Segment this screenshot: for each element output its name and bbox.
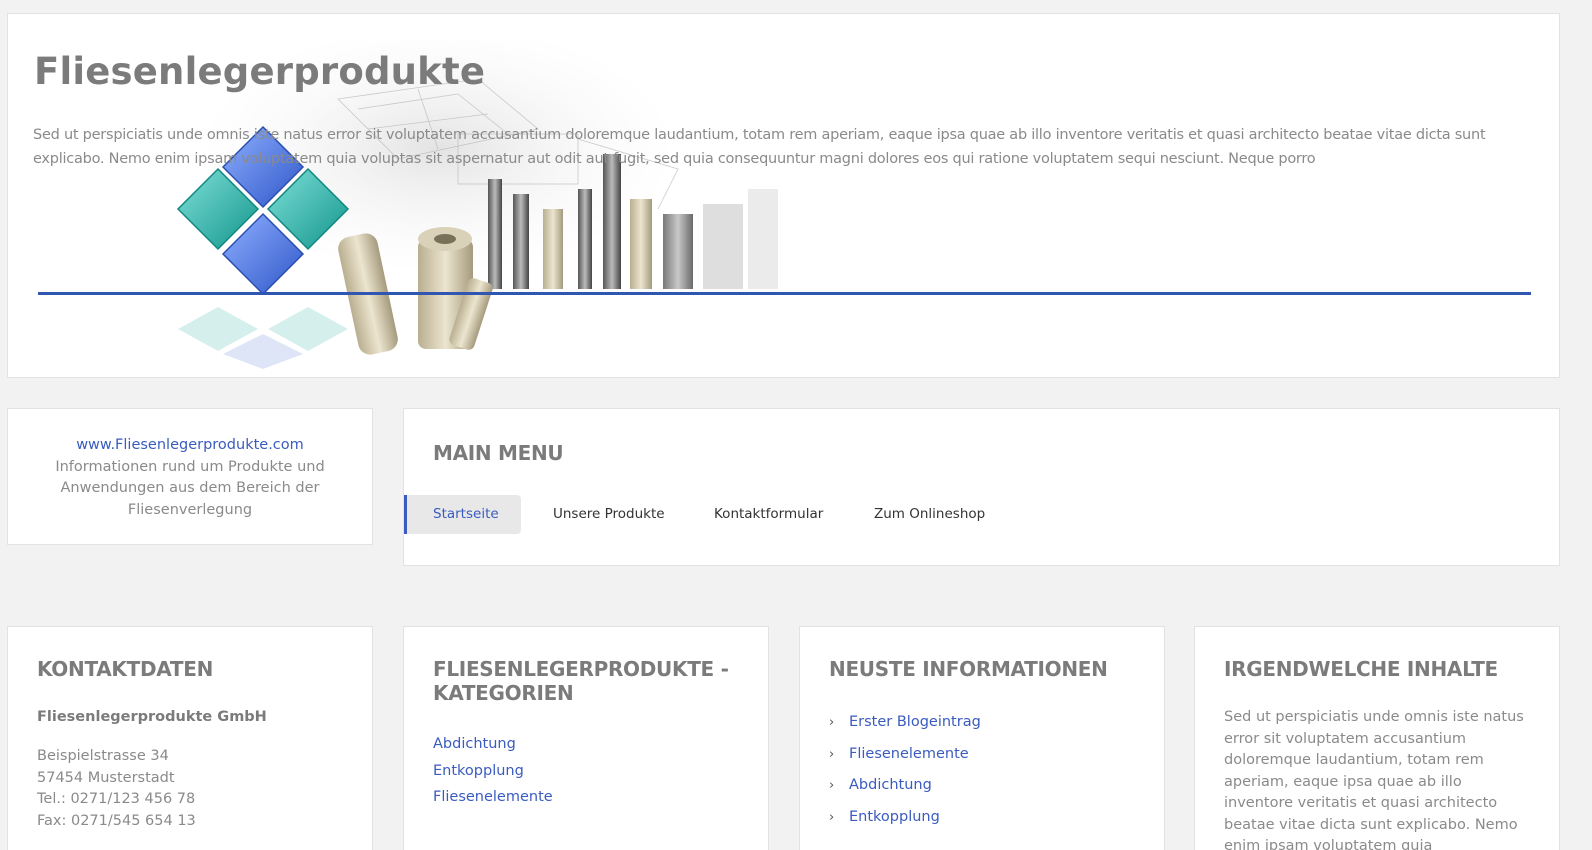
list-item: › Fliesenelemente	[829, 739, 1135, 771]
contact-heading: KONTAKTDATEN	[37, 657, 214, 681]
contact-phone: Tel.: 0271/123 456 78	[37, 791, 196, 807]
list-item: › Erster Blogeintrag	[829, 707, 1135, 739]
contact-address: Beispielstrasse 34 57454 Musterstadt Tel…	[37, 746, 343, 832]
news-list: › Erster Blogeintrag › Fliesenelemente › Ab…	[829, 707, 1135, 833]
menu-item-zum-onlineshop[interactable]: Zum Onlineshop	[845, 495, 985, 534]
news-link[interactable]: Abdichtung	[849, 777, 932, 793]
header-divider-line	[38, 292, 1531, 295]
header-intro-text: Sed ut perspiciatis unde omnis iste natu…	[33, 127, 1486, 167]
misc-heading: IRGENDWELCHE INHALTE	[1224, 657, 1498, 681]
list-item: Abdichtung	[433, 731, 739, 758]
site-info-text: Informationen rund um Produkte und Anwen…	[55, 458, 325, 519]
category-link-fliesenelemente[interactable]: Fliesenelemente	[433, 789, 553, 805]
list-item: › Abdichtung	[829, 770, 1135, 802]
contact-panel: KONTAKTDATEN Fliesenlegerprodukte GmbH B…	[7, 626, 373, 850]
news-link[interactable]: Fliesenelemente	[849, 746, 969, 762]
list-item: Fliesenelemente	[433, 784, 739, 811]
contact-fax: Fax: 0271/545 654 13	[37, 812, 196, 829]
site-header: Fliesenlegerprodukte Sed ut perspiciatis…	[7, 13, 1560, 378]
misc-content-panel: IRGENDWELCHE INHALTE Sed ut perspiciatis…	[1194, 626, 1560, 850]
news-link[interactable]: Erster Blogeintrag	[849, 714, 981, 730]
list-item: › Entkopplung	[829, 802, 1135, 834]
chevron-right-icon: ›	[829, 809, 835, 825]
news-link[interactable]: Entkopplung	[849, 809, 940, 825]
category-link-entkopplung[interactable]: Entkopplung	[433, 763, 524, 779]
news-heading: NEUSTE INFORMATIONEN	[829, 657, 1108, 681]
menu-item-unsere-produkte[interactable]: Unsere Produkte	[524, 495, 665, 534]
main-menu-heading: MAIN MENU	[433, 441, 564, 465]
chevron-right-icon: ›	[829, 746, 835, 762]
menu-item-startseite[interactable]: Startseite	[404, 495, 521, 534]
site-url-link[interactable]: www.Fliesenlegerprodukte.com	[8, 435, 372, 457]
menu-item-kontaktformular[interactable]: Kontaktformular	[685, 495, 823, 534]
categories-list: Abdichtung Entkopplung Fliesenelemente	[433, 731, 739, 811]
misc-text: Sed ut perspiciatis unde omnis iste natu…	[1224, 709, 1524, 850]
list-item: Entkopplung	[433, 758, 739, 785]
chevron-right-icon: ›	[829, 778, 835, 793]
categories-panel: FLIESENLEGERPRODUKTE - KATEGORIEN Abdich…	[403, 626, 769, 850]
news-panel: NEUSTE INFORMATIONEN › Erster Blogeintrag…	[799, 626, 1165, 850]
address-street: Beispielstrasse 34	[37, 748, 169, 764]
categories-heading: FLIESENLEGERPRODUKTE - KATEGORIEN	[433, 657, 729, 705]
main-menu: MAIN MENU Startseite Unsere Produkte Kon…	[403, 408, 1560, 566]
category-link-abdichtung[interactable]: Abdichtung	[433, 736, 516, 752]
address-city: 57454 Musterstadt	[37, 769, 175, 786]
site-title[interactable]: Fliesenlegerprodukte	[34, 50, 485, 93]
site-info-box: www.Fliesenlegerprodukte.com Information…	[7, 408, 373, 545]
company-name: Fliesenlegerprodukte GmbH	[37, 709, 267, 725]
chevron-right-icon: ›	[829, 715, 835, 730]
